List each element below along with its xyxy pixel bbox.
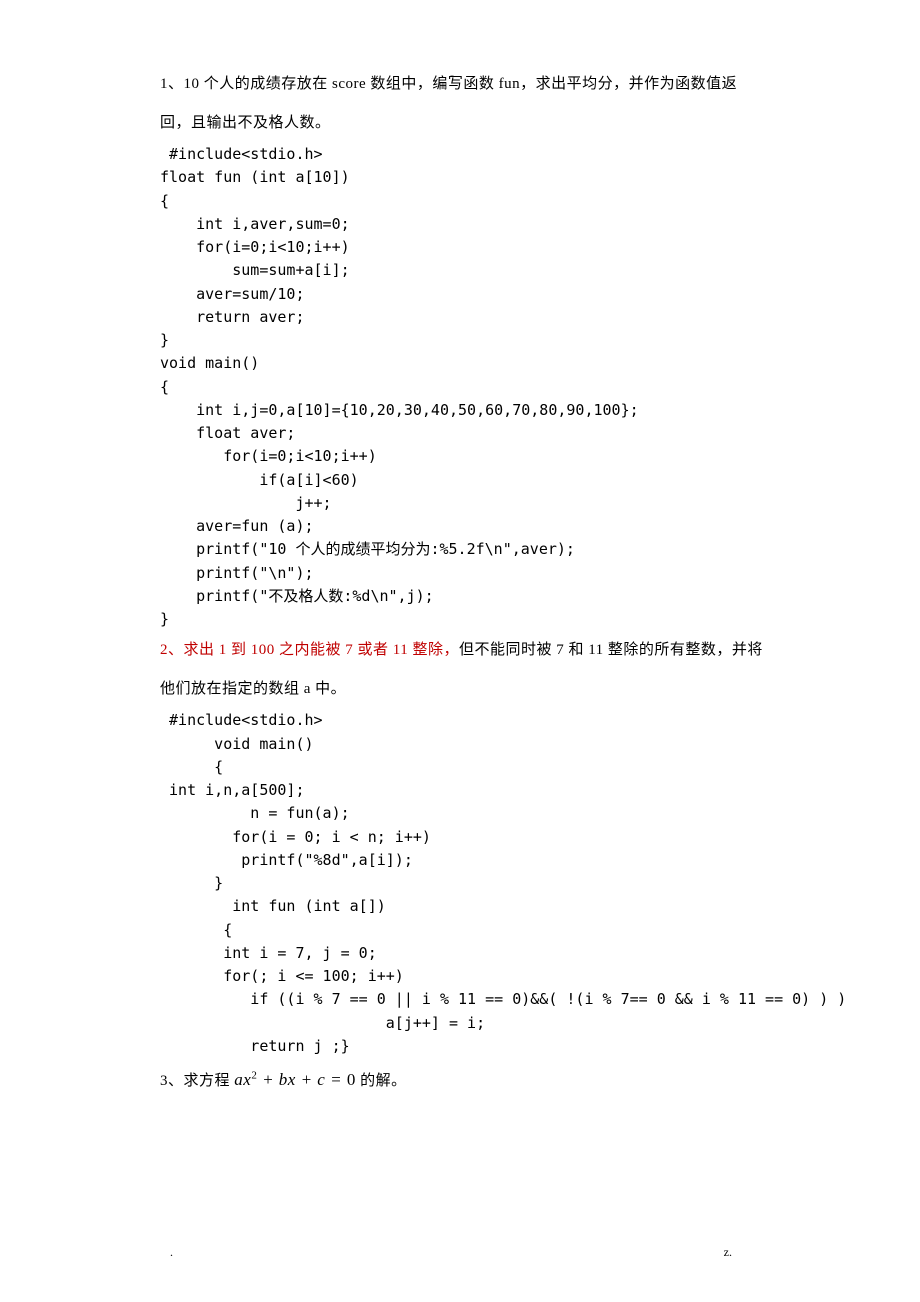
eq-mid: + bx + c = xyxy=(257,1070,347,1089)
problem-2-title-highlight: 2、求出 1 到 100 之内能被 7 或者 11 整除， xyxy=(160,642,459,658)
eq-term-a: ax xyxy=(234,1070,251,1089)
problem-3-suffix: 的解。 xyxy=(356,1073,407,1089)
problem-1-title: 1、10 个人的成绩存放在 score 数组中，编写函数 fun，求出平均分，并… xyxy=(160,65,765,143)
eq-zero: 0 xyxy=(347,1070,356,1089)
equation: ax2 + bx + c = 0 xyxy=(234,1070,356,1089)
problem-2-code: #include<stdio.h> void main() { int i,n,… xyxy=(160,709,765,1058)
problem-2-title: 2、求出 1 到 100 之内能被 7 或者 11 整除，但不能同时被 7 和 … xyxy=(160,631,765,709)
page-header-mark: - xyxy=(450,68,454,83)
problem-3-title: 3、求方程 ax2 + bx + c = 0 的解。 xyxy=(160,1058,765,1102)
problem-3-prefix: 3、求方程 xyxy=(160,1073,234,1089)
footer-right-mark: z. xyxy=(724,1245,732,1260)
footer-left-mark: . xyxy=(170,1245,173,1260)
problem-1-code: #include<stdio.h> float fun (int a[10]) … xyxy=(160,143,765,631)
document-page: - 1、10 个人的成绩存放在 score 数组中，编写函数 fun，求出平均分… xyxy=(0,0,920,1302)
